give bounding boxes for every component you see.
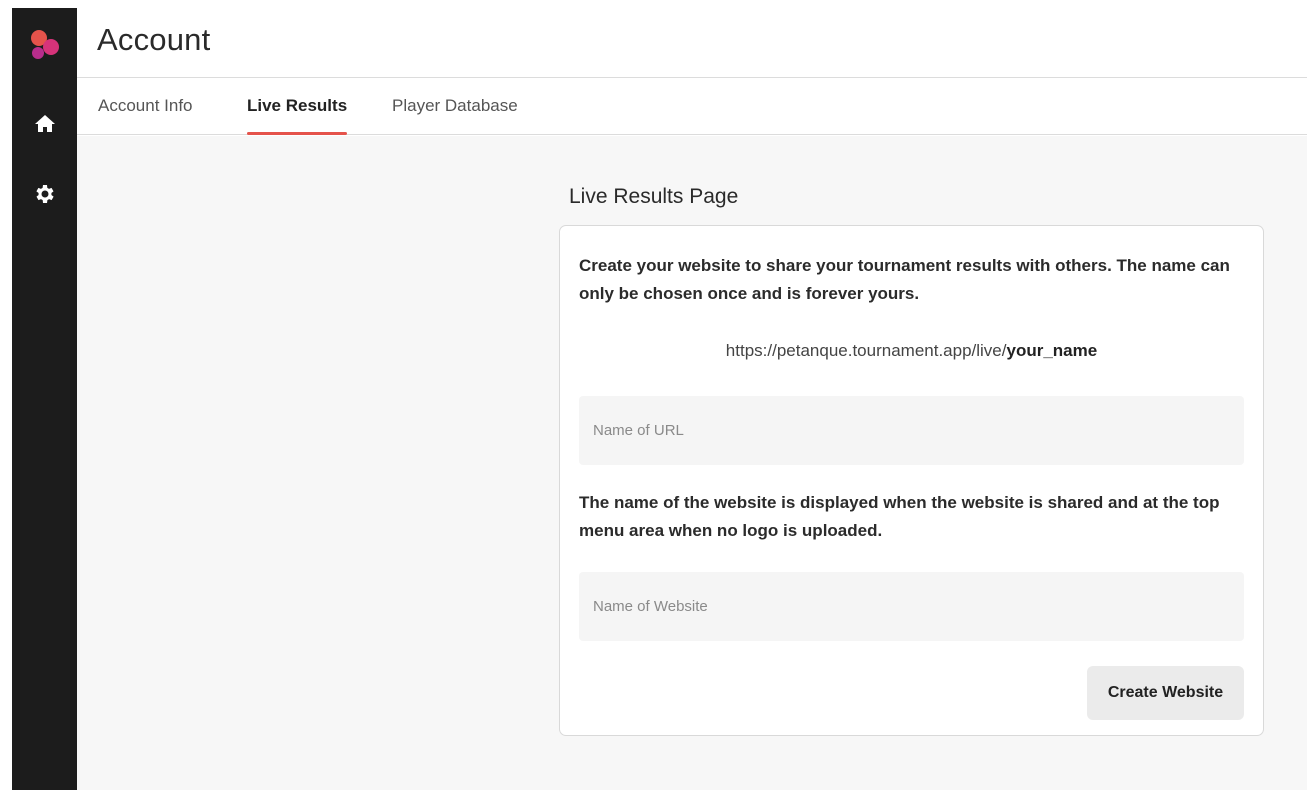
sidebar [12, 8, 77, 790]
tab-player-database[interactable]: Player Database [392, 96, 518, 135]
url-suffix: your_name [1006, 341, 1098, 360]
intro-text: Create your website to share your tourna… [579, 256, 1230, 303]
top-header: Account [77, 8, 1307, 78]
url-name-input[interactable] [579, 396, 1244, 465]
page-title: Account [97, 22, 211, 57]
gear-icon[interactable] [33, 182, 57, 206]
tab-bar: Account Info Live Results Player Databas… [77, 79, 1307, 135]
app-logo[interactable] [28, 28, 62, 62]
website-note: The name of the website is displayed whe… [579, 493, 1220, 540]
app-window: Account Account Info Live Results Player… [0, 0, 1307, 790]
main-content: Live Results Page Create your website to… [77, 136, 1307, 790]
tab-account-info[interactable]: Account Info [98, 96, 193, 135]
live-results-card: Create your website to share your tourna… [559, 225, 1264, 736]
home-icon[interactable] [33, 112, 57, 136]
create-website-button[interactable]: Create Website [1087, 666, 1244, 720]
section-title: Live Results Page [569, 185, 739, 208]
website-name-input[interactable] [579, 572, 1244, 641]
url-prefix: https://petanque.tournament.app/live/ [725, 341, 1007, 360]
tab-live-results[interactable]: Live Results [247, 96, 348, 135]
url-preview: https://petanque.tournament.app/live/you… [560, 341, 1263, 361]
